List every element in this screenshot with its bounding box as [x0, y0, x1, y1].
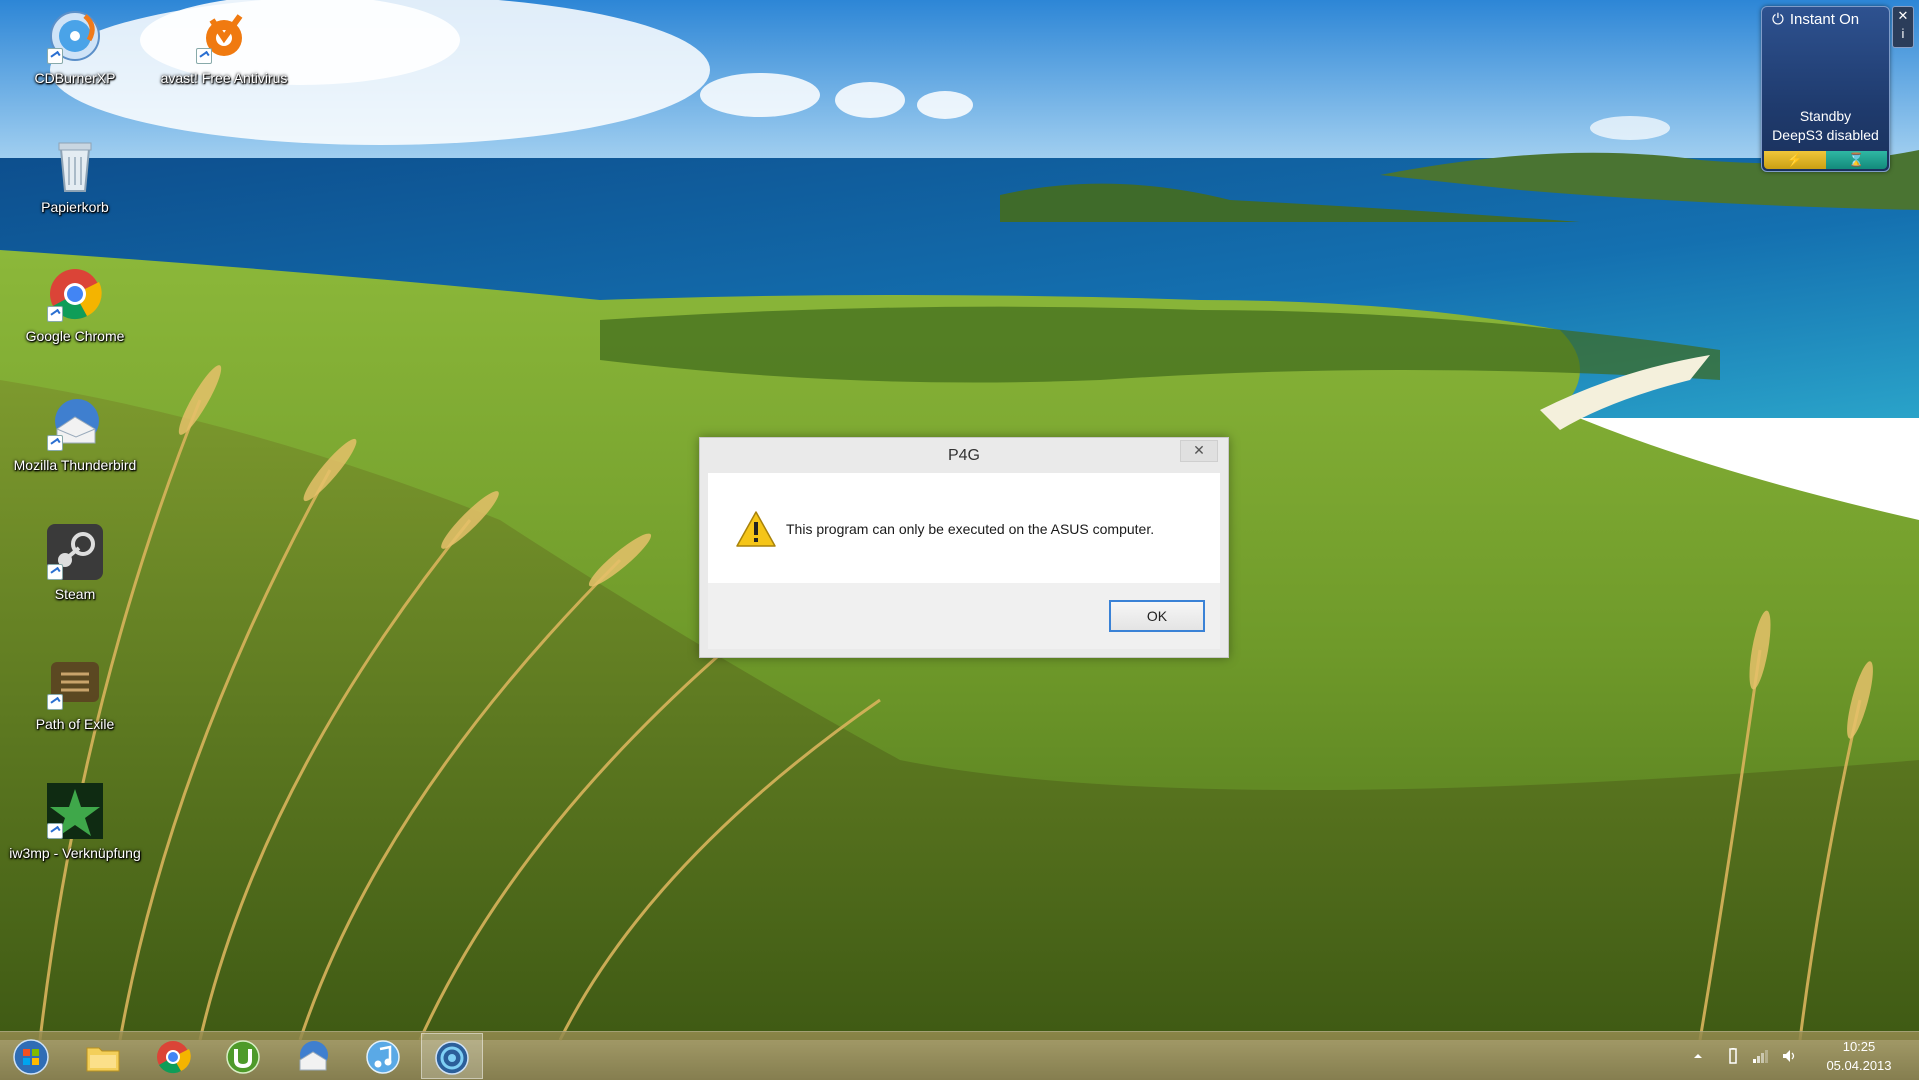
taskbar-p4g-app[interactable] [421, 1033, 483, 1079]
gadget-title: Instant On [1789, 11, 1860, 28]
recycle-bin-icon [45, 135, 105, 195]
dialog-content: This program can only be executed on the… [708, 473, 1220, 583]
instant-on-gadget[interactable]: ⏻ Instant On Standby DeepS3 disabled ⚡ ⌛ [1761, 6, 1890, 172]
iw3mp-icon [45, 781, 105, 841]
clock-time: 10:25 [1842, 1039, 1876, 1054]
avast-icon [194, 6, 254, 66]
chrome-icon [45, 264, 105, 324]
dialog-message: This program can only be executed on the… [786, 521, 1155, 537]
desktop-icon-avast[interactable]: avast! Free Antivirus [149, 6, 299, 86]
taskbar-thunderbird[interactable] [282, 1033, 344, 1079]
hourglass-icon[interactable]: ⌛ [1825, 151, 1887, 169]
taskbar-clock[interactable]: 10:25 05.04.2013 [1812, 1037, 1906, 1075]
desktop-icon-label: Papierkorb [41, 199, 109, 215]
lightning-icon[interactable]: ⚡ [1764, 151, 1826, 169]
itunes-icon [366, 1040, 400, 1074]
gadget-status-line1: Standby [1799, 108, 1852, 124]
desktop-icon-iw3mp[interactable]: iw3mp - Verknüpfung [0, 781, 150, 861]
p4g-dialog: P4G ✕ This program can only be executed … [699, 437, 1229, 658]
gadget-status-line2: DeepS3 disabled [1772, 127, 1879, 143]
utorrent-icon [226, 1040, 260, 1074]
cd-burner-icon [45, 6, 105, 66]
dialog-title: P4G [947, 447, 980, 464]
desktop-icon-label: Steam [54, 586, 96, 602]
desktop-icon-google-chrome[interactable]: Google Chrome [0, 264, 150, 344]
warning-icon [736, 511, 776, 547]
start-button[interactable] [0, 1033, 62, 1079]
power-icon: ⏻ [1772, 11, 1784, 28]
taskbar-itunes[interactable] [352, 1033, 414, 1079]
desktop-icon-steam[interactable]: Steam [0, 522, 150, 602]
desktop-icon-label: iw3mp - Verknüpfung [9, 845, 141, 861]
desktop-icon-cdburnerxp[interactable]: CDBurnerXP [0, 6, 150, 86]
thunderbird-icon [299, 1041, 328, 1071]
gadget-close-icon[interactable]: ✕ [1893, 7, 1913, 25]
dialog-close-button[interactable]: ✕ [1180, 440, 1218, 462]
desktop-icon-label: Mozilla Thunderbird [13, 457, 137, 473]
desktop-icon-mozilla-thunderbird[interactable]: Mozilla Thunderbird [0, 393, 150, 473]
taskbar-google-chrome[interactable] [142, 1033, 204, 1079]
dialog-titlebar[interactable]: P4G ✕ [700, 438, 1228, 472]
path-of-exile-icon [45, 652, 105, 712]
volume-icon[interactable] [1781, 1048, 1797, 1064]
p4g-app-icon [435, 1041, 469, 1075]
steam-icon [45, 522, 105, 582]
clock-date: 05.04.2013 [1826, 1058, 1892, 1073]
desktop-icon-path-of-exile[interactable]: Path of Exile [0, 652, 150, 732]
gadget-status: Standby DeepS3 disabled [1762, 107, 1889, 145]
network-signal-icon[interactable] [1752, 1048, 1768, 1064]
dialog-footer: OK [708, 583, 1220, 649]
desktop-icon-label: CDBurnerXP [34, 70, 116, 86]
desktop-icon-label: Path of Exile [35, 716, 115, 732]
chrome-icon [157, 1041, 191, 1074]
show-hidden-icons-chevron-up-icon[interactable] [1690, 1048, 1706, 1064]
battery-icon[interactable] [1725, 1048, 1741, 1064]
folder-icon [86, 1047, 120, 1072]
gadget-info-icon[interactable]: i [1893, 25, 1913, 43]
ok-button[interactable]: OK [1109, 600, 1205, 632]
taskbar-file-explorer[interactable] [72, 1033, 134, 1079]
taskbar-utorrent[interactable] [212, 1033, 274, 1079]
thunderbird-icon [45, 393, 105, 453]
gadget-header: ⏻ Instant On [1772, 11, 1859, 28]
gadget-mode-bar: ⚡ ⌛ [1764, 151, 1887, 169]
gadget-side-controls: ✕ i [1892, 6, 1914, 48]
start-orb-icon [13, 1039, 49, 1075]
desktop-icon-label: avast! Free Antivirus [160, 70, 288, 86]
desktop-icon-label: Google Chrome [25, 328, 125, 344]
desktop-icon-recycle-bin[interactable]: Papierkorb [0, 135, 150, 215]
taskbar: 10:25 05.04.2013 [0, 1031, 1919, 1080]
